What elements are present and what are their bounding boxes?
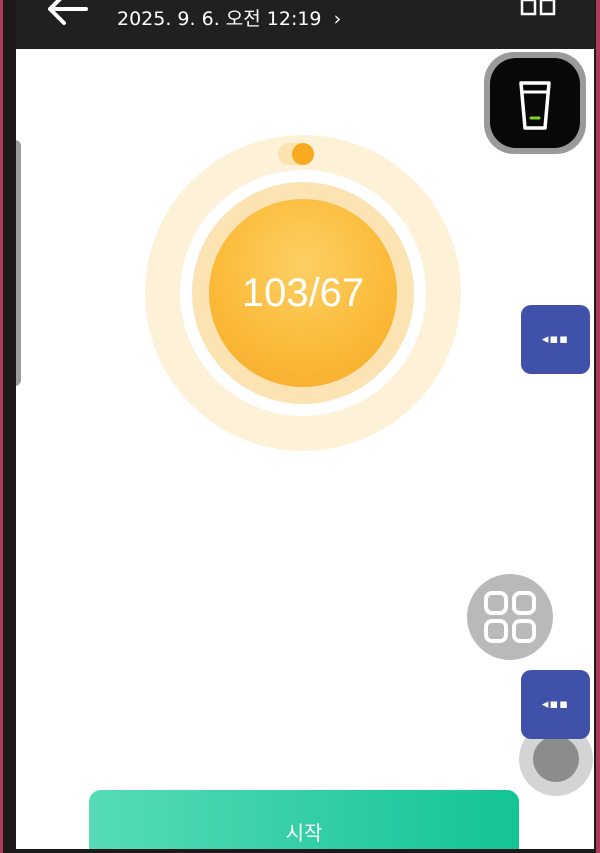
dots-icon: ◂▪▪ <box>541 332 570 347</box>
side-scroll-handle[interactable] <box>16 140 21 386</box>
progress-value: 103/67 <box>241 271 365 315</box>
progress-indicator-dot <box>292 143 314 165</box>
layout-button[interactable] <box>520 0 556 20</box>
back-button[interactable] <box>46 0 90 26</box>
floating-apps-button[interactable] <box>467 574 553 660</box>
top-bar: 2025. 9. 6. 오전 12:19 › <box>16 0 594 49</box>
four-squares-icon <box>484 591 536 643</box>
window-edge-left <box>0 0 3 853</box>
cup-widget-face <box>490 58 580 148</box>
date-time-label: 2025. 9. 6. 오전 12:19 <box>117 8 322 30</box>
floating-more-button-2[interactable]: ◂▪▪ <box>521 670 590 739</box>
start-button-label: 시작 <box>285 821 323 845</box>
chevron-right-icon: › <box>327 8 342 30</box>
arrow-left-icon <box>48 0 88 25</box>
assistive-touch-icon <box>533 736 579 782</box>
window-edge-right <box>596 0 600 853</box>
water-cup-widget[interactable] <box>484 52 586 154</box>
date-time-selector[interactable]: 2025. 9. 6. 오전 12:19 › <box>117 4 341 31</box>
dots-icon: ◂▪▪ <box>541 697 570 712</box>
start-button[interactable]: 시작 <box>89 790 519 849</box>
cup-icon <box>519 81 551 130</box>
grid-icon <box>520 0 556 16</box>
app-screen: 2025. 9. 6. 오전 12:19 › 103/67 ◂▪▪ ◂▪▪ 시작 <box>16 0 594 849</box>
floating-more-button[interactable]: ◂▪▪ <box>521 305 590 374</box>
